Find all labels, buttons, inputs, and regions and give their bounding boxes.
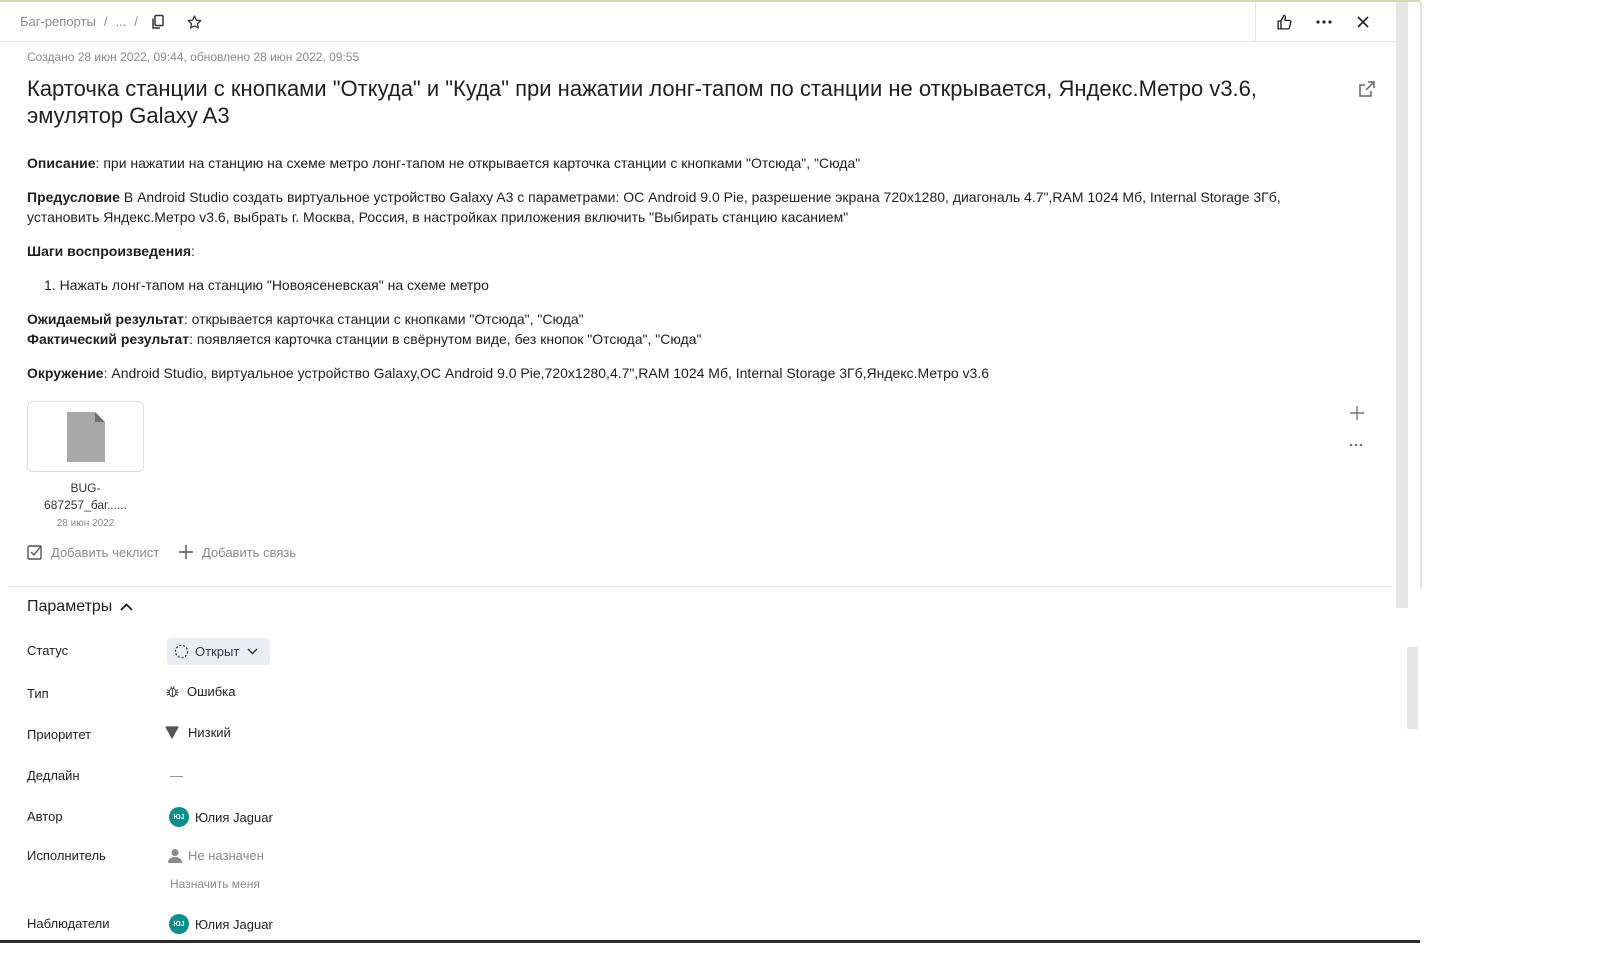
issue-title: Карточка станции с кнопками "Откуда" и "… bbox=[27, 76, 1258, 128]
more-icon[interactable] bbox=[1312, 10, 1336, 34]
precondition-paragraph: Предусловие В Android Studio создать вир… bbox=[27, 187, 1347, 227]
created-updated-meta: Создано 28 июн 2022, 09:44, обновлено 28… bbox=[27, 50, 360, 64]
breadcrumb-root-link[interactable]: Баг-репорты bbox=[20, 14, 96, 29]
external-link-icon[interactable] bbox=[1358, 80, 1378, 100]
chevron-down-icon bbox=[247, 648, 258, 655]
author-value[interactable]: ЮJ Юлия Jaguar bbox=[165, 807, 273, 827]
attachments-more-icon[interactable] bbox=[1349, 434, 1369, 448]
description-text: : при нажатии на станцию на схеме метро … bbox=[95, 155, 861, 171]
checkbox-icon bbox=[27, 545, 42, 560]
author-name: Юлия Jaguar bbox=[195, 809, 273, 825]
bottom-border bbox=[0, 940, 1420, 943]
watcher-name: Юлия Jaguar bbox=[195, 916, 273, 932]
actual-text: : появляется карточка станции в свёрнуто… bbox=[189, 331, 702, 347]
bug-icon bbox=[166, 686, 179, 698]
actual-label: Фактический результат bbox=[27, 331, 190, 347]
steps-colon: : bbox=[191, 243, 195, 259]
file-icon bbox=[66, 411, 105, 462]
add-checklist-label: Добавить чеклист bbox=[51, 544, 160, 560]
type-value-text: Ошибка bbox=[187, 684, 236, 699]
plus-icon bbox=[179, 545, 193, 559]
expected-result-paragraph: Ожидаемый результат: открывается карточк… bbox=[27, 309, 1347, 329]
add-link-label: Добавить связь bbox=[202, 544, 297, 560]
close-icon[interactable] bbox=[1351, 10, 1375, 34]
status-label: Статус bbox=[27, 643, 69, 658]
add-checklist-button[interactable]: Добавить чеклист bbox=[27, 544, 159, 560]
star-icon[interactable] bbox=[182, 10, 206, 34]
environment-paragraph: Окружение: Android Studio, виртуальное у… bbox=[27, 363, 1347, 383]
watchers-label: Наблюдатели bbox=[27, 916, 110, 931]
add-link-button[interactable]: Добавить связь bbox=[178, 544, 296, 560]
priority-label: Приоритет bbox=[27, 727, 92, 742]
deadline-value[interactable]: — bbox=[170, 768, 183, 783]
priority-value-text: Низкий bbox=[188, 725, 231, 740]
assignee-value-text: Не назначен bbox=[188, 848, 264, 863]
section-divider bbox=[8, 586, 1393, 587]
attachment-name-line1: BUG- bbox=[70, 481, 101, 495]
description-label: Описание bbox=[27, 155, 96, 171]
description-paragraph: Описание: при нажатии на станцию на схем… bbox=[27, 153, 1347, 173]
parameters-heading: Параметры bbox=[27, 598, 113, 615]
type-label: Тип bbox=[27, 686, 49, 701]
avatar: ЮJ bbox=[169, 807, 189, 827]
attachment-date: 28 июн 2022 bbox=[56, 518, 115, 529]
copy-icon[interactable] bbox=[146, 10, 170, 34]
expected-label: Ожидаемый результат bbox=[27, 311, 184, 327]
author-label: Автор bbox=[27, 809, 63, 824]
parameters-toggle[interactable]: Параметры bbox=[27, 598, 133, 616]
attachment-name[interactable]: BUG- 687257_баг...... bbox=[27, 480, 144, 514]
priority-value[interactable]: Низкий bbox=[165, 725, 231, 740]
scrollbar-thumb[interactable] bbox=[1407, 647, 1418, 729]
status-dropdown[interactable]: Открыт bbox=[167, 638, 271, 665]
issue-panel: Баг-репорты / ... / Создано 28 июн 2022,… bbox=[0, 2, 1396, 943]
attachment-thumbnail[interactable] bbox=[27, 401, 144, 472]
user-icon bbox=[168, 849, 182, 863]
steps-heading: Шаги воспроизведения: bbox=[27, 241, 1347, 261]
assign-me-link[interactable]: Назначить меня bbox=[170, 877, 260, 891]
status-open-icon bbox=[174, 644, 189, 659]
actual-result-paragraph: Фактический результат: появляется карточ… bbox=[27, 329, 1347, 349]
chevron-up-icon bbox=[120, 603, 133, 611]
breadcrumb-separator: / bbox=[134, 14, 138, 29]
type-value[interactable]: Ошибка bbox=[165, 684, 235, 699]
environment-label: Окружение bbox=[27, 365, 104, 381]
expected-text: : открывается карточка станции с кнопкам… bbox=[183, 311, 584, 327]
breadcrumb-ellipsis[interactable]: ... bbox=[115, 14, 126, 29]
panel-header: Баг-репорты / ... / bbox=[0, 2, 1396, 42]
breadcrumb-separator: / bbox=[103, 14, 108, 29]
thumbs-up-icon[interactable] bbox=[1272, 10, 1296, 34]
assignee-value[interactable]: Не назначен bbox=[168, 848, 264, 863]
precondition-text: В Android Studio создать виртуальное уст… bbox=[27, 189, 1281, 225]
precondition-label: Предусловие bbox=[27, 189, 120, 205]
avatar: ЮJ bbox=[169, 914, 189, 934]
header-divider bbox=[1255, 2, 1256, 42]
add-attachment-plus-icon[interactable] bbox=[1349, 405, 1369, 425]
scrollbar[interactable] bbox=[1396, 2, 1408, 608]
environment-text: : Android Studio, виртуальное устройство… bbox=[103, 365, 989, 381]
steps-label: Шаги воспроизведения bbox=[27, 243, 191, 259]
deadline-label: Дедлайн bbox=[27, 768, 80, 783]
attachment-name-line2: 687257_баг...... bbox=[44, 498, 127, 512]
assignee-label: Исполнитель bbox=[27, 848, 106, 863]
step-item: 1. Нажать лонг-тапом на станцию "Новоясе… bbox=[44, 277, 489, 293]
window-edge bbox=[1420, 2, 1422, 588]
breadcrumb: Баг-репорты / ... / bbox=[20, 14, 146, 29]
status-value: Открыт bbox=[195, 644, 240, 659]
priority-low-icon bbox=[165, 726, 179, 739]
watchers-value[interactable]: ЮJ Юлия Jaguar bbox=[165, 914, 273, 934]
